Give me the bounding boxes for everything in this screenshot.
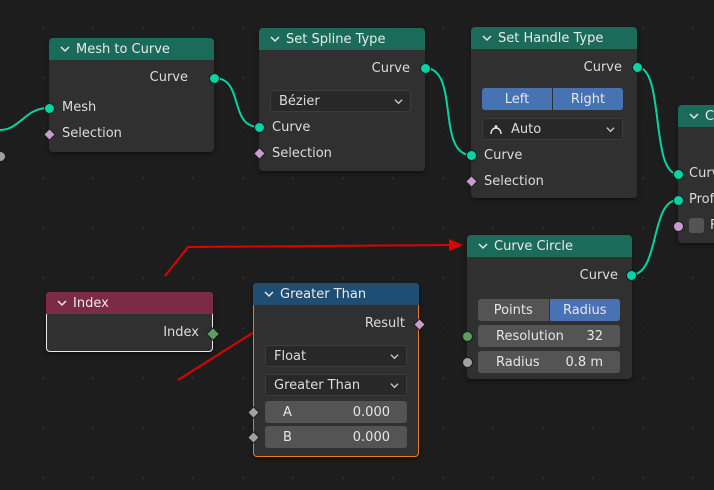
input-resolution-socket[interactable] [462,331,473,342]
right-button[interactable]: Right [553,88,623,110]
chevron-down-icon [390,382,399,388]
handle-side-toggle[interactable]: Left Right [482,88,623,110]
node-set-spline-type[interactable]: Set Spline Type Curve Bézier Curve Selec… [253,28,431,171]
chevron-down-icon [390,353,399,359]
input-curve-socket[interactable] [466,150,477,161]
b-value-field[interactable]: B 0.000 [265,426,407,448]
node-title: Curve Circle [494,238,573,254]
resolution-field[interactable]: Resolution 32 [478,325,620,347]
input-mesh-socket[interactable] [44,103,55,114]
a-value-field[interactable]: A 0.000 [265,401,407,423]
output-curve-socket[interactable] [209,73,220,84]
input-label: Prof [689,192,714,207]
input-label: Selection [272,146,332,161]
input-fill-caps-socket[interactable] [673,221,684,232]
node-title: Set Handle Type [498,30,604,46]
input-label: Selection [62,126,122,141]
handle-auto-icon [490,125,502,135]
node-index[interactable]: Index Index [46,292,221,352]
field-label: A [283,404,292,420]
field-value: 0.8 m [565,354,603,370]
collapse-chevron-icon[interactable] [57,298,67,308]
node-title: Set Spline Type [286,31,386,47]
input-label: Curve [272,120,311,135]
input-label: Curve [484,148,523,163]
link-left-to-mesh [0,107,49,131]
spline-type-dropdown[interactable]: Bézier [270,90,411,112]
node-title: C [705,108,714,124]
input-label: Selection [484,174,544,189]
collapse-chevron-icon[interactable] [270,34,280,44]
data-type-dropdown[interactable]: Float [265,345,407,367]
chevron-down-icon [394,98,403,104]
output-label: Curve [149,70,188,85]
input-profile-socket[interactable] [673,195,684,206]
left-button[interactable]: Left [482,88,553,110]
dropdown-value: Auto [511,121,542,137]
output-label: Result [364,316,405,331]
node-header[interactable]: Greater Than [253,283,419,305]
radius-field[interactable]: Radius 0.8 m [478,351,620,373]
points-button[interactable]: Points [478,299,550,321]
collapse-chevron-icon[interactable] [264,289,274,299]
annotation-arrow-to-curve-circle [164,244,456,277]
node-header[interactable]: Curve Circle [467,235,632,257]
node-title: Mesh to Curve [76,41,170,57]
output-label: Curve [371,61,410,76]
output-curve-socket[interactable] [632,62,643,73]
collapse-chevron-icon[interactable] [689,111,699,121]
field-label: Radius [496,354,540,370]
output-label: Curve [583,60,622,75]
output-label: Curve [579,268,618,283]
field-value: 0.000 [352,404,390,420]
node-curve-circle[interactable]: Curve Circle Curve Points Radius Resolut… [462,235,637,379]
node-title: Greater Than [280,286,367,302]
input-label: Curv [689,166,714,181]
link-handle-to-partial [636,66,679,175]
chevron-down-icon [606,126,615,132]
dropdown-value: Greater Than [274,377,361,393]
operation-dropdown[interactable]: Greater Than [265,374,407,396]
dropdown-value: Float [274,348,307,364]
input-label: Mesh [62,100,97,115]
input-radius-socket[interactable] [462,357,473,368]
fill-caps-checkbox[interactable] [689,218,704,233]
output-label: Index [163,325,199,340]
node-header[interactable]: Index [46,292,213,314]
node-greater-than[interactable]: Greater Than Result Float Greater Than A… [247,283,426,457]
annotation-arrowhead-1 [449,239,463,251]
collapse-chevron-icon[interactable] [60,44,70,54]
input-curve-socket[interactable] [254,122,265,133]
node-mesh-to-curve[interactable]: Mesh to Curve Curve Mesh Selection [43,38,220,152]
circle-mode-toggle[interactable]: Points Radius [478,299,620,321]
node-title: Index [73,295,109,311]
link-mesh-to-spline [213,77,260,128]
node-curve-to-mesh-partial[interactable]: C Curv Prof F [673,105,714,243]
field-label: B [283,429,292,445]
field-label: Resolution [496,328,564,344]
checkbox-label: F [710,218,714,233]
handle-type-dropdown[interactable]: Auto [482,118,623,140]
link-circle-to-profile [630,199,679,276]
node-header[interactable]: Set Handle Type [471,27,637,49]
node-header[interactable]: Mesh to Curve [49,38,214,60]
collapse-chevron-icon[interactable] [478,241,488,251]
field-value: 0.000 [352,429,390,445]
output-curve-socket[interactable] [626,270,637,281]
collapse-chevron-icon[interactable] [482,33,492,43]
node-header[interactable]: C [678,105,714,127]
field-value: 32 [586,328,603,344]
output-curve-socket[interactable] [420,63,431,74]
radius-button[interactable]: Radius [549,299,620,321]
link-spline-to-handle [424,67,472,156]
dropdown-value: Bézier [279,93,320,109]
node-set-handle-type[interactable]: Set Handle Type Curve Left Right Auto Cu… [465,27,643,198]
input-curve-socket[interactable] [673,169,684,180]
node-header[interactable]: Set Spline Type [259,28,425,50]
